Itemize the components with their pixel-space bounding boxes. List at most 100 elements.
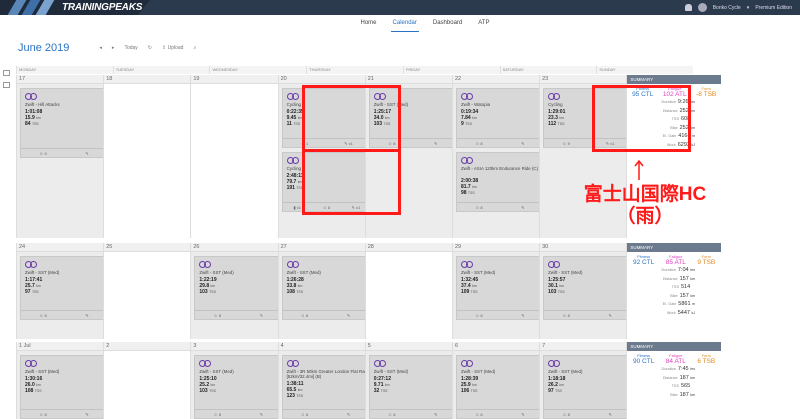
people-icon[interactable]: ☺ 8: [195, 412, 239, 417]
people-icon[interactable]: ☺ 8: [283, 412, 327, 417]
search-icon[interactable]: ⌕: [193, 45, 196, 51]
nav-home[interactable]: Home: [359, 18, 379, 32]
workout-title: Zwift - SST (Med): [460, 270, 496, 275]
unit-label: km: [36, 383, 41, 387]
workout-card[interactable]: Zwift - Watopia 0:19:34 7.84 km 9 TSS ☺ 8 ✎: [455, 88, 546, 148]
day-cell[interactable]: 5 Zwift - SST (Med) 0:27:12 9.71 km 32 TSS ☺…: [364, 342, 459, 419]
summary-label: TSS: [671, 384, 679, 389]
workout-title: Zwift - Watopia: [460, 102, 491, 107]
summary-row: Duration 7:04 hrs: [627, 266, 721, 275]
edition-label: Premium Edition: [755, 4, 792, 11]
workout-title: Zwift - SST (Med): [460, 369, 496, 374]
unit-label: km: [36, 284, 41, 288]
list-icon[interactable]: [3, 82, 10, 88]
unit-label: km: [690, 276, 695, 281]
prev-icon[interactable]: ◂: [99, 45, 102, 51]
summary-value: 157 km: [679, 292, 695, 299]
workout-tss: 191 TSS: [286, 185, 304, 191]
bike-icon: [199, 261, 212, 268]
refresh-icon[interactable]: ↻: [148, 45, 152, 51]
day-cell[interactable]: 24 Zwift - SST (Med) 1:17:41 25.7 km 97 TSS…: [16, 243, 110, 339]
unit-label: km: [690, 375, 695, 380]
day-cell[interactable]: 27 Zwift - SST (Med) 1:26:28 33.8 km 108 TS…: [277, 243, 372, 339]
people-icon[interactable]: ☺ 8: [457, 412, 501, 417]
summary-value: 187 km: [679, 374, 695, 381]
people-icon[interactable]: ☺ 8: [544, 313, 588, 318]
workout-card[interactable]: Zwift - SST (Med) 0:27:12 9.71 km 32 TSS ☺ 8…: [368, 355, 459, 419]
highlight-box: [592, 85, 691, 152]
bell-icon[interactable]: [684, 4, 692, 11]
avatar[interactable]: [697, 3, 707, 12]
nav-calendar[interactable]: Calendar: [390, 18, 419, 32]
day-cell[interactable]: 29 Zwift - SST (Med) 1:32:45 37.4 km 109 TS…: [451, 243, 546, 339]
people-icon[interactable]: ☺ 8: [283, 313, 327, 318]
fitness-metric: Fitness 92 CTL: [633, 254, 654, 266]
summary-label: El. Gain: [662, 302, 677, 307]
day-cell[interactable]: 30 Zwift - SST (Med) 1:25:57 30.1 km 103 TS…: [539, 243, 634, 339]
workout-tss: 112 TSS: [548, 121, 565, 127]
day-cell[interactable]: 3 Zwift - SST (Med) 1:25:10 25.2 km 103 TSS…: [190, 342, 285, 419]
people-icon[interactable]: ☺ 8: [544, 412, 588, 417]
day-cell[interactable]: 22 Zwift - Watopia 0:19:34 7.84 km 9 TSS ☺ 8…: [451, 75, 546, 238]
next-icon[interactable]: ▸: [112, 45, 115, 51]
people-icon[interactable]: ☺ 8: [21, 412, 65, 417]
day-cell[interactable]: 26 Zwift - SST (Med) 1:22:19 29.8 km 103 TS…: [190, 243, 285, 339]
library-icon[interactable]: [3, 70, 10, 76]
workout-card[interactable]: Zwift - ASIA 120km Endurance Ride (C) 2:0…: [455, 152, 546, 212]
fatigue-metric: Fatigue 84 ATL: [666, 353, 686, 365]
nav-dashboard[interactable]: Dashboard: [431, 18, 464, 32]
workout-card[interactable]: Zwift - SST (Med) 1:28:39 25.9 km 106 TSS ☺ …: [455, 355, 546, 419]
day-cell[interactable]: 19: [190, 75, 278, 238]
people-icon[interactable]: ☺ 8: [21, 313, 65, 318]
day-cell[interactable]: 28: [364, 243, 452, 339]
workout-card[interactable]: Zwift - SST (Med) 1:26:28 33.8 km 108 TSS ☺ …: [281, 256, 372, 320]
workout-card[interactable]: Zwift - SST (Med) 1:30:16 26.0 km 108 TSS ☺ …: [20, 355, 110, 419]
day-cell[interactable]: 17 Zwift - Hill Attacks 1:01:08 15.9 km 84 …: [16, 75, 110, 238]
top-bar: TRAININGPEAKS Bonko Cycle ▾ Premium Edit…: [0, 0, 800, 15]
workout-card[interactable]: Zwift - SST (Med) 1:25:10 25.2 km 103 TSS ☺ …: [194, 355, 285, 419]
workout-card[interactable]: Zwift - SST (Med) 1:25:57 30.1 km 103 TSS ☺ …: [543, 256, 634, 320]
workout-tss: 98 TSS: [460, 190, 475, 196]
day-cell[interactable]: 6 Zwift - SST (Med) 1:28:39 25.9 km 106 TSS…: [451, 342, 546, 419]
bike-icon: [286, 93, 299, 100]
day-cell[interactable]: 4 Zwift - 3R 50km Greater London Flat Ra…: [277, 342, 372, 419]
people-icon[interactable]: ☺ 8: [195, 313, 239, 318]
people-icon[interactable]: ☺ 8: [370, 412, 414, 417]
upload-button[interactable]: ⇪ Upload: [162, 45, 183, 51]
people-icon[interactable]: ☺ 8: [457, 205, 501, 210]
summary-row: TSS 514: [627, 283, 721, 292]
workout-title: Zwift - SST (Med): [199, 270, 234, 275]
week-summary: SUMMARY Fitness 90 CTL Fatigue 84 ATL Form 6 T…: [626, 342, 721, 419]
workout-card[interactable]: Zwift - SST (Med) 1:17:41 25.7 km 97 TSS ☺ 8…: [20, 256, 110, 320]
nav-atp[interactable]: ATP: [476, 18, 491, 32]
unit-label: km: [690, 392, 695, 397]
unit-label: kJ: [691, 142, 695, 147]
people-icon[interactable]: ☺ 8: [457, 313, 501, 318]
page-title: June 2019: [18, 42, 70, 54]
people-icon[interactable]: ☺ 9: [544, 141, 588, 146]
unit-label: TSS: [465, 122, 472, 126]
day-cell[interactable]: 2: [103, 342, 191, 419]
chevron-down-icon[interactable]: ▾: [747, 5, 750, 11]
day-cell[interactable]: 18: [103, 75, 191, 238]
card-footer: ☺ 8 ✎: [282, 310, 371, 319]
summary-row: Distance 157 km: [627, 275, 721, 284]
workout-card[interactable]: Zwift - SST (Med) 1:22:19 29.8 km 103 TSS ☺ …: [194, 256, 285, 320]
people-icon[interactable]: ☺ 9: [21, 151, 65, 156]
user-name[interactable]: Bonko Cycle: [713, 5, 741, 11]
workout-card[interactable]: Zwift - SST (Med) 1:18:18 26.2 km 97 TSS ☺ 8…: [543, 355, 634, 419]
day-cell[interactable]: 25: [103, 243, 191, 339]
today-button[interactable]: Today: [124, 45, 137, 51]
workout-card[interactable]: Zwift - SST (Med) 1:32:45 37.4 km 109 TSS ☺ …: [455, 256, 546, 320]
workout-title: Zwift - ASIA 120km Endurance Ride (C): [460, 166, 539, 171]
workout-card[interactable]: Zwift - 3R 50km Greater London Flat Race…: [281, 355, 372, 419]
day-cell[interactable]: 1 Jul Zwift - SST (Med) 1:30:16 26.0 km 108…: [16, 342, 110, 419]
metric-value: 9 TSB: [697, 259, 716, 266]
workout-tss: 97 TSS: [25, 289, 39, 295]
unit-label: TSS: [293, 122, 301, 126]
day-cell[interactable]: 7 Zwift - SST (Med) 1:18:18 26.2 km 97 TSS ☺…: [539, 342, 634, 419]
workout-tss: 9 TSS: [460, 121, 472, 127]
workout-card[interactable]: Zwift - Hill Attacks 1:01:08 15.9 km 84 TSS…: [20, 88, 110, 158]
people-icon[interactable]: ☺ 8: [457, 141, 501, 146]
bike-icon: [548, 360, 561, 367]
